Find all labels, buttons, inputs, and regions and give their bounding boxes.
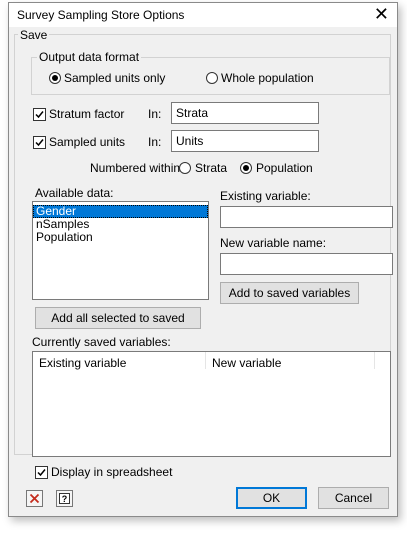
title-bar: Survey Sampling Store Options ✕ <box>9 3 397 27</box>
radio-numbered-strata-label: Strata <box>195 161 228 175</box>
dialog-window: Survey Sampling Store Options ✕ Save Out… <box>8 2 398 517</box>
window-title: Survey Sampling Store Options <box>17 8 185 22</box>
new-variable-name-input[interactable] <box>220 253 393 275</box>
radio-numbered-strata[interactable] <box>179 162 191 174</box>
existing-variable-label: Existing variable: <box>220 189 311 203</box>
radio-whole-population[interactable] <box>206 72 218 84</box>
available-data-label: Available data: <box>35 186 114 200</box>
ok-button[interactable]: OK <box>236 487 307 509</box>
available-data-list[interactable]: Gender nSamples Population <box>32 201 209 300</box>
save-group-label: Save <box>18 28 50 42</box>
cancel-button[interactable]: Cancel <box>318 487 389 509</box>
sampled-units-input[interactable]: Units <box>171 130 319 152</box>
stratum-factor-checkbox[interactable] <box>33 108 46 121</box>
radio-sampled-units-only[interactable] <box>49 72 61 84</box>
new-variable-name-label: New variable name: <box>220 236 327 250</box>
display-spreadsheet-checkbox[interactable] <box>35 466 48 479</box>
help-icon[interactable]: ? <box>56 490 73 507</box>
numbered-within-label: Numbered within: <box>90 161 184 175</box>
add-all-selected-button[interactable]: Add all selected to saved <box>35 307 201 329</box>
radio-numbered-population-label: Population <box>256 161 313 175</box>
sampled-units-label: Sampled units <box>49 135 126 149</box>
saved-variables-label: Currently saved variables: <box>32 335 171 349</box>
saved-variables-table[interactable]: Existing variable New variable <box>32 351 391 457</box>
clear-icon[interactable] <box>26 490 43 507</box>
stratum-factor-input[interactable]: Strata <box>171 102 319 124</box>
stratum-factor-in-label: In: <box>148 107 162 121</box>
output-format-label: Output data format <box>37 50 142 64</box>
column-header-existing-label: Existing variable <box>39 356 127 370</box>
radio-numbered-population[interactable] <box>240 162 252 174</box>
stratum-factor-label: Stratum factor <box>49 107 125 121</box>
column-header-new[interactable]: New variable <box>206 352 375 370</box>
column-header-existing[interactable]: Existing variable <box>33 352 206 370</box>
close-icon[interactable]: ✕ <box>374 4 389 24</box>
display-spreadsheet-label: Display in spreadsheet <box>51 465 173 479</box>
svg-text:?: ? <box>62 494 68 504</box>
list-item[interactable]: Population <box>33 231 208 244</box>
existing-variable-input[interactable] <box>220 206 393 228</box>
column-header-new-label: New variable <box>212 356 282 370</box>
checkmark-icon <box>35 111 44 119</box>
help-question-icon: ? <box>59 493 70 504</box>
checkmark-icon <box>37 469 46 477</box>
checkmark-icon <box>35 139 44 147</box>
sampled-units-in-label: In: <box>148 135 162 149</box>
radio-whole-population-label: Whole population <box>221 71 314 85</box>
radio-sampled-units-only-label: Sampled units only <box>64 71 166 85</box>
sampled-units-checkbox[interactable] <box>33 136 46 149</box>
add-to-saved-button[interactable]: Add to saved variables <box>220 282 359 304</box>
red-x-icon <box>29 493 40 504</box>
